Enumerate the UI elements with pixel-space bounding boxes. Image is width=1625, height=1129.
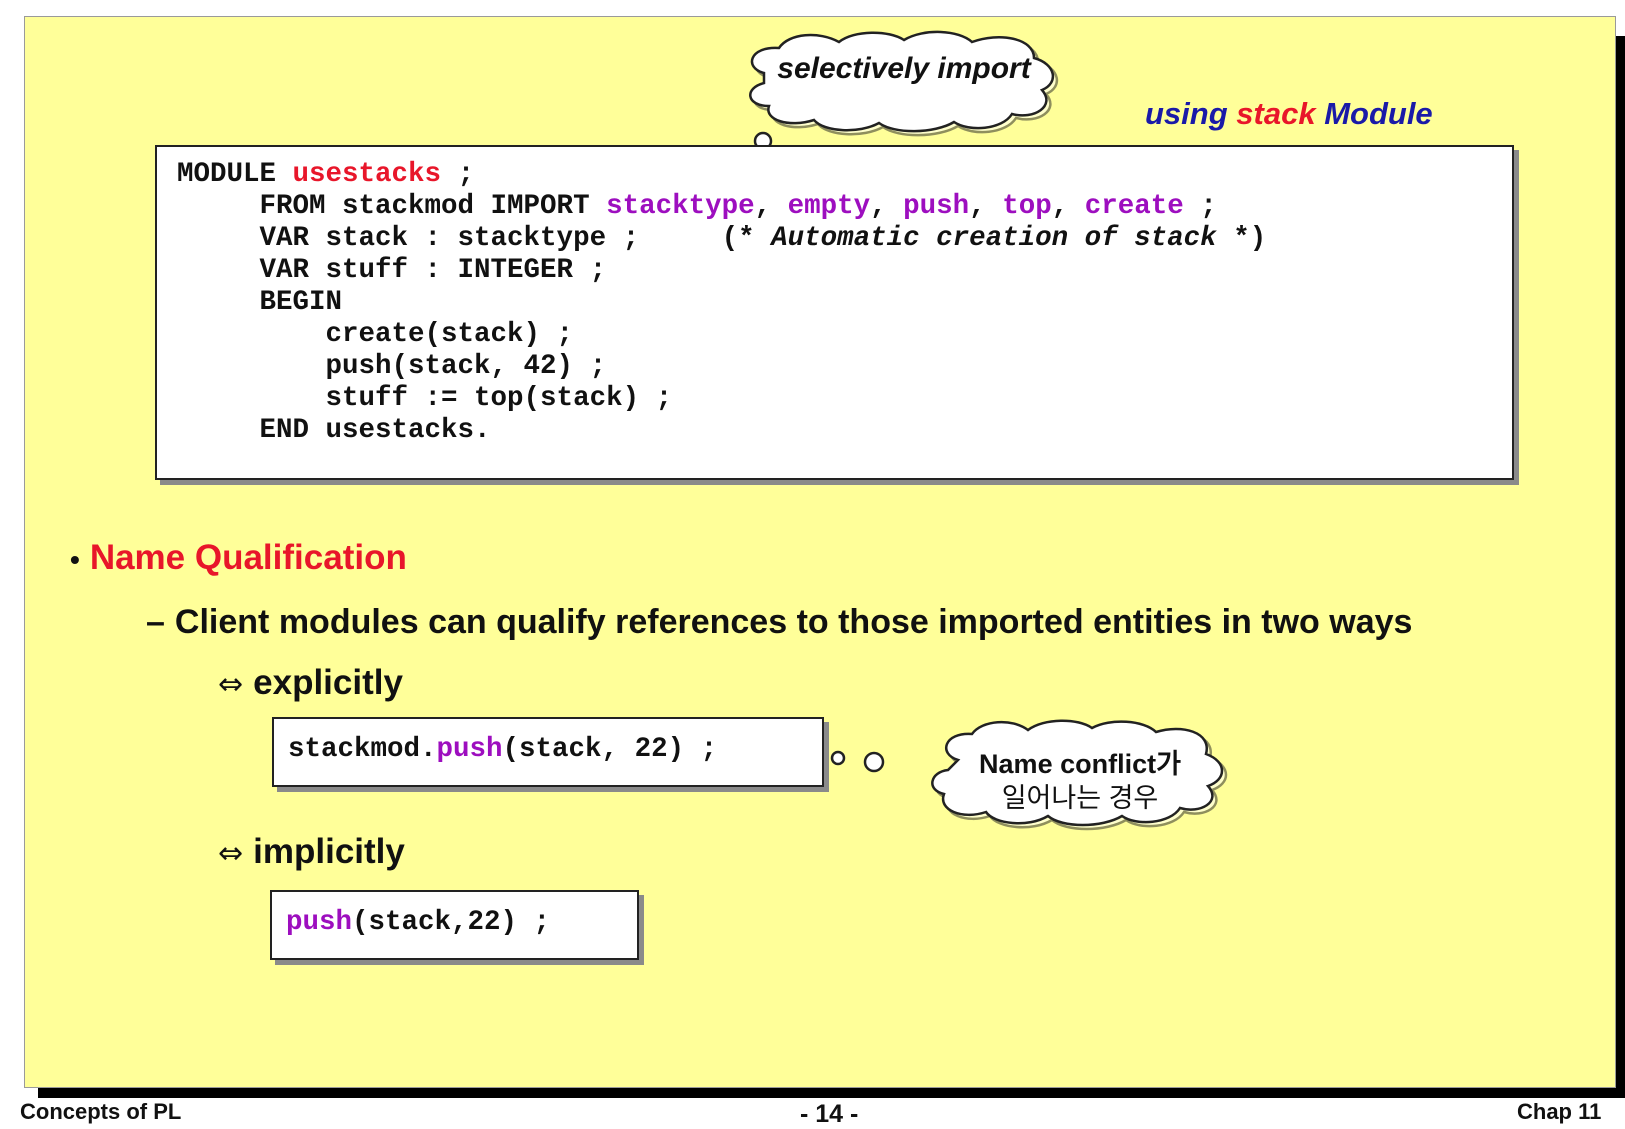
code-line: stuff := top(stack) ; <box>177 383 673 415</box>
code-token: *) <box>1216 223 1267 254</box>
code-line: VAR stack : stacktype ; (* Automatic cre… <box>177 223 1267 255</box>
code-token: , <box>754 191 788 222</box>
heading-name-qualification: Name Qualification <box>89 538 407 577</box>
code-token: , <box>1051 191 1085 222</box>
code-block-usestacks: MODULE usestacks ; FROM stackmod IMPORT … <box>155 145 1514 480</box>
code-token: stacktype <box>606 191 755 222</box>
code-token: ; <box>441 159 475 190</box>
bubble-large-icon <box>863 751 885 773</box>
code-token: push <box>286 907 353 938</box>
code-token: VAR stuff : INTEGER ; <box>177 255 607 286</box>
code-line: BEGIN <box>177 287 343 319</box>
page-title: using stack Module <box>1145 96 1505 132</box>
code-token: Automatic creation of stack <box>771 223 1217 254</box>
code-token: stackmod. <box>288 734 437 765</box>
code-token: ; <box>1183 191 1217 222</box>
code-token: push <box>903 191 970 222</box>
bubble-medium-icon <box>830 750 846 766</box>
double-arrow-icon: ⇔ <box>218 667 244 702</box>
footer-left: Concepts of PL <box>20 1099 182 1124</box>
code-token: END usestacks. <box>177 415 491 446</box>
code-line: VAR stuff : INTEGER ; <box>177 255 607 287</box>
code-token: , <box>870 191 904 222</box>
code-block-explicit: stackmod.push(stack, 22) ; <box>272 717 824 787</box>
code-token: push(stack, 42) ; <box>177 351 607 382</box>
cloud-name-conflict: Name conflict가 일어나는 경우 <box>930 718 1230 836</box>
title-part-stack: stack <box>1236 96 1316 131</box>
code-token: create(stack) ; <box>177 319 574 350</box>
bullet-explicitly: ⇔ explicitly <box>218 663 403 703</box>
footer-right: Chap 11 <box>1517 1099 1602 1124</box>
title-part-using: using <box>1145 96 1237 131</box>
code-token: usestacks <box>292 159 442 190</box>
code-block-implicit: push(stack,22) ; <box>270 890 639 960</box>
code-token: MODULE <box>177 159 293 190</box>
bullet-dot: • <box>70 544 80 575</box>
implicitly-label: implicitly <box>253 832 405 871</box>
code-line: push(stack,22) ; <box>286 907 550 939</box>
code-line: FROM stackmod IMPORT stacktype, empty, p… <box>177 191 1217 223</box>
code-line: MODULE usestacks ; <box>177 159 474 191</box>
code-token: top <box>1002 191 1052 222</box>
code-token: (stack,22) ; <box>352 907 551 938</box>
code-token: FROM stackmod IMPORT <box>177 191 607 222</box>
code-token: (* <box>721 223 772 254</box>
code-line: stackmod.push(stack, 22) ; <box>288 734 717 766</box>
code-token: VAR stack : stacktype ; <box>177 223 722 254</box>
cloud-conflict-line2: 일어나는 경우 <box>1001 783 1159 813</box>
code-token: stuff := top(stack) ; <box>177 383 673 414</box>
code-line: push(stack, 42) ; <box>177 351 607 383</box>
explicitly-label: explicitly <box>253 663 403 702</box>
code-line: END usestacks. <box>177 415 491 447</box>
title-part-module: Module <box>1315 96 1433 131</box>
bullet-level1: • Name Qualification <box>70 538 407 578</box>
double-arrow-icon: ⇔ <box>218 836 244 871</box>
bullet-implicitly: ⇔ implicitly <box>218 832 405 872</box>
code-token: empty <box>787 191 871 222</box>
code-token: BEGIN <box>177 287 343 318</box>
code-token: create <box>1084 191 1184 222</box>
code-token: push <box>436 734 503 765</box>
code-token: , <box>969 191 1003 222</box>
code-token: (stack, 22) ; <box>502 734 718 765</box>
bullet-client-modules-text: Client modules can qualify references to… <box>174 603 1413 641</box>
code-line: create(stack) ; <box>177 319 574 351</box>
bullet-dash: – <box>146 603 165 641</box>
bullet-level2: – Client modules can qualify references t… <box>146 603 1412 642</box>
